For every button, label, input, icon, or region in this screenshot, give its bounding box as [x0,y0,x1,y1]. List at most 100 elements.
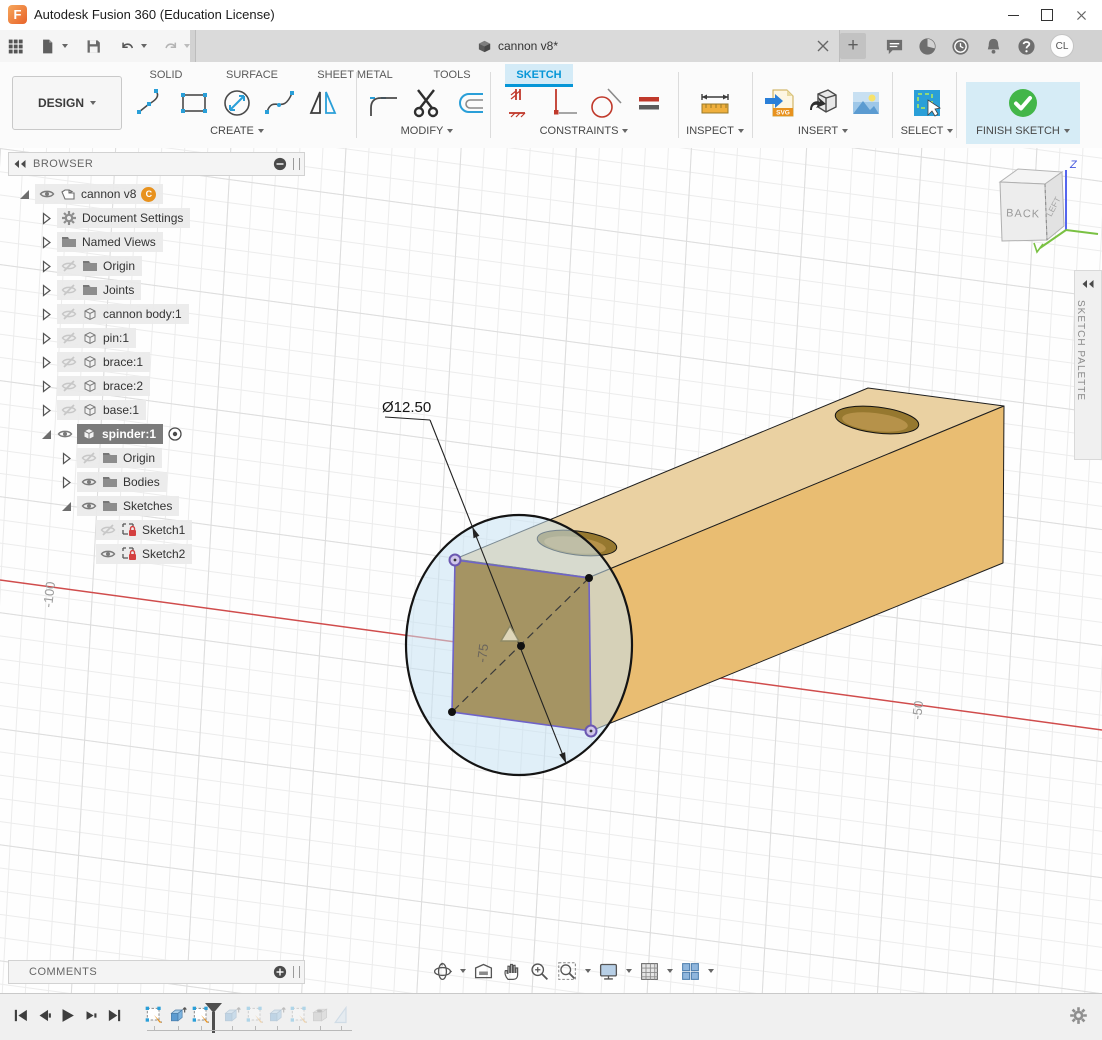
line-tool-icon[interactable] [134,86,168,120]
orbit-icon[interactable] [432,961,453,982]
measure-tool-icon[interactable] [698,86,732,120]
zoom-icon[interactable] [529,961,550,982]
grid-snap-icon[interactable] [639,961,660,982]
timeline-feature-sketch[interactable] [144,1005,164,1025]
display-settings-icon[interactable] [598,961,619,982]
inspect-dropdown[interactable]: INSPECT [682,125,748,137]
browser-item-sketches[interactable]: Sketches [8,494,305,518]
job-status-icon[interactable] [918,37,937,56]
collapsed-arrow-icon[interactable] [40,260,53,273]
collapse-panel-icon[interactable] [13,159,27,169]
select-dropdown[interactable]: SELECT [896,125,958,137]
canvas-image-icon[interactable] [849,86,883,120]
eye-off-icon[interactable] [61,306,77,322]
create-dropdown[interactable]: CREATE [128,125,346,137]
browser-item-brace1[interactable]: brace:1 [8,350,305,374]
sketch-palette-collapsed[interactable]: SKETCH PALETTE [1074,270,1102,460]
dimension-label[interactable]: Ø12.50 [382,399,431,416]
finish-sketch-button[interactable]: FINISH SKETCH [964,125,1082,137]
timeline-track[interactable] [147,1030,352,1031]
modify-dropdown[interactable]: MODIFY [366,125,488,137]
workspace-selector[interactable]: DESIGN [12,76,122,130]
eye-off-icon[interactable] [61,330,77,346]
expanded-arrow-icon[interactable] [60,500,73,513]
fillet-tool-icon[interactable] [367,86,401,120]
activate-component-icon[interactable] [167,426,183,442]
insert-mesh-icon[interactable] [806,86,840,120]
eye-icon[interactable] [39,186,55,202]
eye-icon[interactable] [81,498,97,514]
collapsed-arrow-icon[interactable] [40,404,53,417]
panel-grip[interactable] [293,966,300,978]
vertical-horizontal-constraint-icon[interactable] [546,86,580,120]
browser-item-origin[interactable]: Origin [8,254,305,278]
timeline-playhead[interactable] [205,1003,222,1033]
collapsed-arrow-icon[interactable] [40,332,53,345]
timeline-feature-extrude-suppressed[interactable] [222,1005,242,1025]
spline-tool-icon[interactable] [263,86,297,120]
save-icon[interactable] [86,37,101,56]
constraints-dropdown[interactable]: CONSTRAINTS [496,125,672,137]
tab-tools[interactable]: TOOLS [420,64,484,86]
select-tool-icon[interactable] [910,86,944,120]
collapsed-arrow-icon[interactable] [40,284,53,297]
eye-icon[interactable] [81,474,97,490]
offset-tool-icon[interactable] [453,86,487,120]
grid-caret-icon[interactable] [667,969,673,973]
timeline-settings-gear-icon[interactable] [1069,1006,1088,1025]
timeline-feature-extrude-suppressed[interactable] [267,1005,287,1025]
browser-item-named-views[interactable]: Named Views [8,230,305,254]
browser-item-sketch1[interactable]: Sketch1 [8,518,305,542]
trim-tool-icon[interactable] [410,86,444,120]
eye-off-icon[interactable] [61,282,77,298]
notifications-bell-icon[interactable] [984,37,1003,56]
minimize-button[interactable] [996,0,1030,30]
equal-constraint-icon[interactable] [632,86,666,120]
midplane-constraint-icon[interactable] [503,86,537,120]
go-to-start-button[interactable] [12,1007,29,1024]
redo-caret-icon[interactable] [184,44,190,48]
display-caret-icon[interactable] [626,969,632,973]
expand-palette-icon[interactable] [1081,279,1095,289]
undo-caret-icon[interactable] [141,44,147,48]
eye-off-icon[interactable] [61,354,77,370]
history-clock-icon[interactable] [951,37,970,56]
browser-item-cannon-body[interactable]: cannon body:1 [8,302,305,326]
insert-svg-icon[interactable]: SVG [763,86,797,120]
comments-bar[interactable]: COMMENTS [8,960,305,984]
browser-item-spinder-origin[interactable]: Origin [8,446,305,470]
tangent-constraint-icon[interactable] [589,86,623,120]
browser-item-spinder[interactable]: spinder:1 [8,422,305,446]
eye-off-icon[interactable] [61,378,77,394]
browser-item-brace2[interactable]: brace:2 [8,374,305,398]
collapsed-arrow-icon[interactable] [60,476,73,489]
browser-item-bodies[interactable]: Bodies [8,470,305,494]
viewports-caret-icon[interactable] [708,969,714,973]
tab-sheet-metal[interactable]: SHEET METAL [302,64,408,86]
tab-close-icon[interactable] [815,38,831,54]
comments-bubble-icon[interactable] [885,37,904,56]
tab-sketch[interactable]: SKETCH [505,64,573,86]
panel-grip[interactable] [293,158,300,170]
app-grid-icon[interactable] [8,37,23,56]
go-to-end-button[interactable] [106,1007,123,1024]
browser-item-base[interactable]: base:1 [8,398,305,422]
timeline-feature-sketch-suppressed[interactable] [289,1005,309,1025]
insert-dropdown[interactable]: INSERT [758,125,888,137]
modeling-canvas[interactable]: Ø12.50 -100 -50 -75 [0,148,1102,993]
add-comment-icon[interactable] [273,965,287,979]
tab-surface[interactable]: SURFACE [212,64,292,86]
tab-solid[interactable]: SOLID [140,64,192,86]
eye-off-icon[interactable] [81,450,97,466]
maximize-button[interactable] [1030,0,1064,30]
step-forward-button[interactable] [83,1007,100,1024]
expanded-arrow-icon[interactable] [40,428,53,441]
user-avatar[interactable]: CL [1050,34,1074,58]
collapsed-arrow-icon[interactable] [40,380,53,393]
look-at-icon[interactable] [473,961,494,982]
fit-caret-icon[interactable] [585,969,591,973]
mirror-tool-icon[interactable] [306,86,340,120]
eye-icon[interactable] [100,546,116,562]
expanded-arrow-icon[interactable] [18,188,31,201]
timeline-feature-extrude[interactable] [168,1005,188,1025]
